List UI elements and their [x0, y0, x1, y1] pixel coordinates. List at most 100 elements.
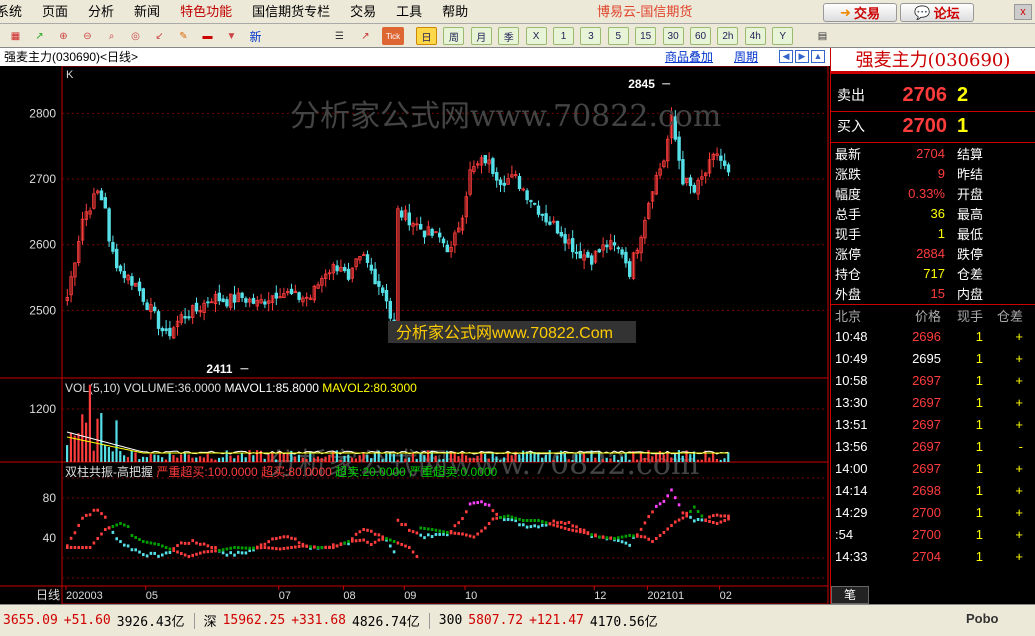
scope-icon[interactable]: ◎: [126, 27, 145, 45]
volume-bar: [385, 453, 388, 462]
oscillator-fast-mark: [195, 541, 198, 545]
menu-item-0[interactable]: 系统: [0, 0, 32, 24]
oscillator-fast-mark: [408, 528, 411, 532]
oscillator-slow-mark: [586, 532, 590, 536]
oscillator-slow-mark: [571, 528, 574, 532]
oscillator-slow-mark: [373, 540, 377, 544]
oscillator-fast-mark: [138, 550, 141, 554]
menu-item-4[interactable]: 特色功能: [170, 0, 242, 24]
filter-icon[interactable]: ▼: [222, 27, 241, 45]
search-icon[interactable]: ⌕: [102, 27, 121, 45]
status-index-value: 4170.56亿: [589, 615, 658, 630]
volume-bar: [571, 459, 574, 462]
volume-bar: [465, 455, 468, 462]
period-button-9[interactable]: 30: [662, 27, 684, 45]
candle-body: [251, 297, 256, 304]
menu-item-5[interactable]: 国信期货专栏: [242, 0, 340, 24]
oscillator-fast-mark: [472, 501, 476, 505]
oscillator-fast-mark: [411, 530, 415, 534]
oscillator-slow-mark: [248, 546, 251, 550]
period-button-3[interactable]: 季: [498, 27, 520, 45]
chart-area[interactable]: 强麦主力(030690)<日线> 商品叠加 周期 ◀ ▶ ▲ 2500 2600 2…: [0, 48, 830, 604]
tick-oi-change: +: [1015, 328, 1023, 344]
open-icon[interactable]: ▦: [6, 27, 25, 45]
tick-header-vol: 现手: [956, 308, 983, 324]
ask-price: 2706: [902, 83, 948, 106]
volume-bar: [111, 451, 114, 462]
tick-row[interactable]: 14:33 2704 1 +: [831, 545, 1035, 567]
menu-item-8[interactable]: 帮助: [432, 0, 478, 24]
period-button-13[interactable]: Y: [772, 27, 794, 45]
chart-icon[interactable]: ↗: [30, 27, 49, 45]
period-button-8[interactable]: 15: [635, 27, 657, 45]
menu-item-2[interactable]: 分析: [78, 0, 124, 24]
list-icon[interactable]: ☰: [330, 27, 349, 45]
overlay-link[interactable]: 商品叠加: [665, 48, 713, 66]
tick-row[interactable]: :54 2700 1 +: [831, 523, 1035, 545]
nav-left-icon[interactable]: ◀: [779, 50, 793, 63]
bid-row[interactable]: 买入 2700 1: [831, 111, 1035, 141]
oscillator-slow-mark: [567, 528, 571, 531]
trade-button[interactable]: ➜ 交易: [823, 3, 897, 22]
menu-item-1[interactable]: 页面: [32, 0, 78, 24]
ask-row[interactable]: 卖出 2706 2: [831, 80, 1035, 110]
volume-bar: [104, 444, 107, 462]
oscillator-fast-mark: [624, 541, 628, 545]
line-chart-icon[interactable]: ↗: [356, 27, 375, 45]
period-button-12[interactable]: 4h: [744, 27, 766, 45]
volume-bar: [275, 459, 278, 462]
tick-row[interactable]: 13:51 2697 1 +: [831, 413, 1035, 435]
tick-row[interactable]: 14:14 2698 1 +: [831, 479, 1035, 501]
period-button-10[interactable]: 60: [690, 27, 711, 45]
tick-row[interactable]: 10:58 2697 1 +: [831, 369, 1035, 391]
oscillator-fast-mark: [275, 537, 278, 541]
stat-label-right: 最低: [957, 226, 984, 242]
oscillator-fast-mark: [358, 530, 362, 534]
close-icon[interactable]: x: [1014, 4, 1032, 20]
nav-up-icon[interactable]: ▲: [811, 50, 825, 63]
volume-bar: [586, 458, 589, 462]
stat-label-right: 开盘: [957, 186, 984, 202]
candle-body: [616, 247, 620, 250]
period-button-5[interactable]: 1: [553, 27, 574, 45]
period-button-4[interactable]: X: [525, 27, 547, 45]
tick-tab[interactable]: 笔: [831, 586, 869, 604]
period-button-0[interactable]: 日: [416, 27, 437, 45]
tick-icon[interactable]: Tick: [382, 27, 404, 45]
volume-bar: [434, 455, 437, 462]
volume-bar: [149, 453, 152, 462]
menu-item-3[interactable]: 新闻: [124, 0, 170, 24]
menu-item-7[interactable]: 工具: [386, 0, 432, 24]
tick-row[interactable]: 10:49 2695 1 +: [831, 347, 1035, 369]
period-button-1[interactable]: 周: [443, 27, 465, 45]
candle-body: [373, 268, 377, 285]
oscillator-slow-mark: [328, 546, 331, 549]
arrow-icon[interactable]: ↙: [150, 27, 169, 45]
zoom-out-icon[interactable]: ⊖: [78, 27, 97, 45]
tick-row[interactable]: 10:48 2696 1 +: [831, 325, 1035, 347]
tick-row[interactable]: 13:56 2697 1 -: [831, 435, 1035, 457]
oscillator-slow-mark: [480, 529, 483, 533]
tick-row[interactable]: 14:29 2700 1 +: [831, 501, 1035, 523]
forum-button[interactable]: 💬 论坛: [900, 3, 974, 22]
period-button-7[interactable]: 5: [607, 27, 629, 45]
oscillator-slow-mark: [537, 519, 540, 522]
period-button-6[interactable]: 3: [580, 27, 602, 45]
tick-row[interactable]: 14:00 2697 1 +: [831, 457, 1035, 479]
oscillator-slow-mark: [294, 545, 297, 549]
kline-chart[interactable]: 2500 2600 2700 2800 K 2845 2411 分析家公式网www.70822…: [0, 66, 830, 604]
grid-icon[interactable]: ▤: [813, 27, 832, 45]
new-icon[interactable]: 新: [246, 27, 265, 45]
period-button-11[interactable]: 2h: [717, 27, 739, 45]
nav-right-icon[interactable]: ▶: [795, 50, 809, 63]
price-tick-label: 2700: [29, 172, 56, 186]
chart-nav-icons[interactable]: ◀ ▶ ▲: [779, 50, 825, 63]
zoom-in-icon[interactable]: ⊕: [54, 27, 73, 45]
tick-row[interactable]: 13:30 2697 1 +: [831, 391, 1035, 413]
pencil-icon[interactable]: ✎: [174, 27, 193, 45]
volume-bar: [130, 450, 133, 462]
period-button-2[interactable]: 月: [470, 27, 492, 45]
menu-item-6[interactable]: 交易: [340, 0, 386, 24]
period-link[interactable]: 周期: [734, 48, 758, 66]
stamp-icon[interactable]: ▬: [198, 27, 217, 45]
